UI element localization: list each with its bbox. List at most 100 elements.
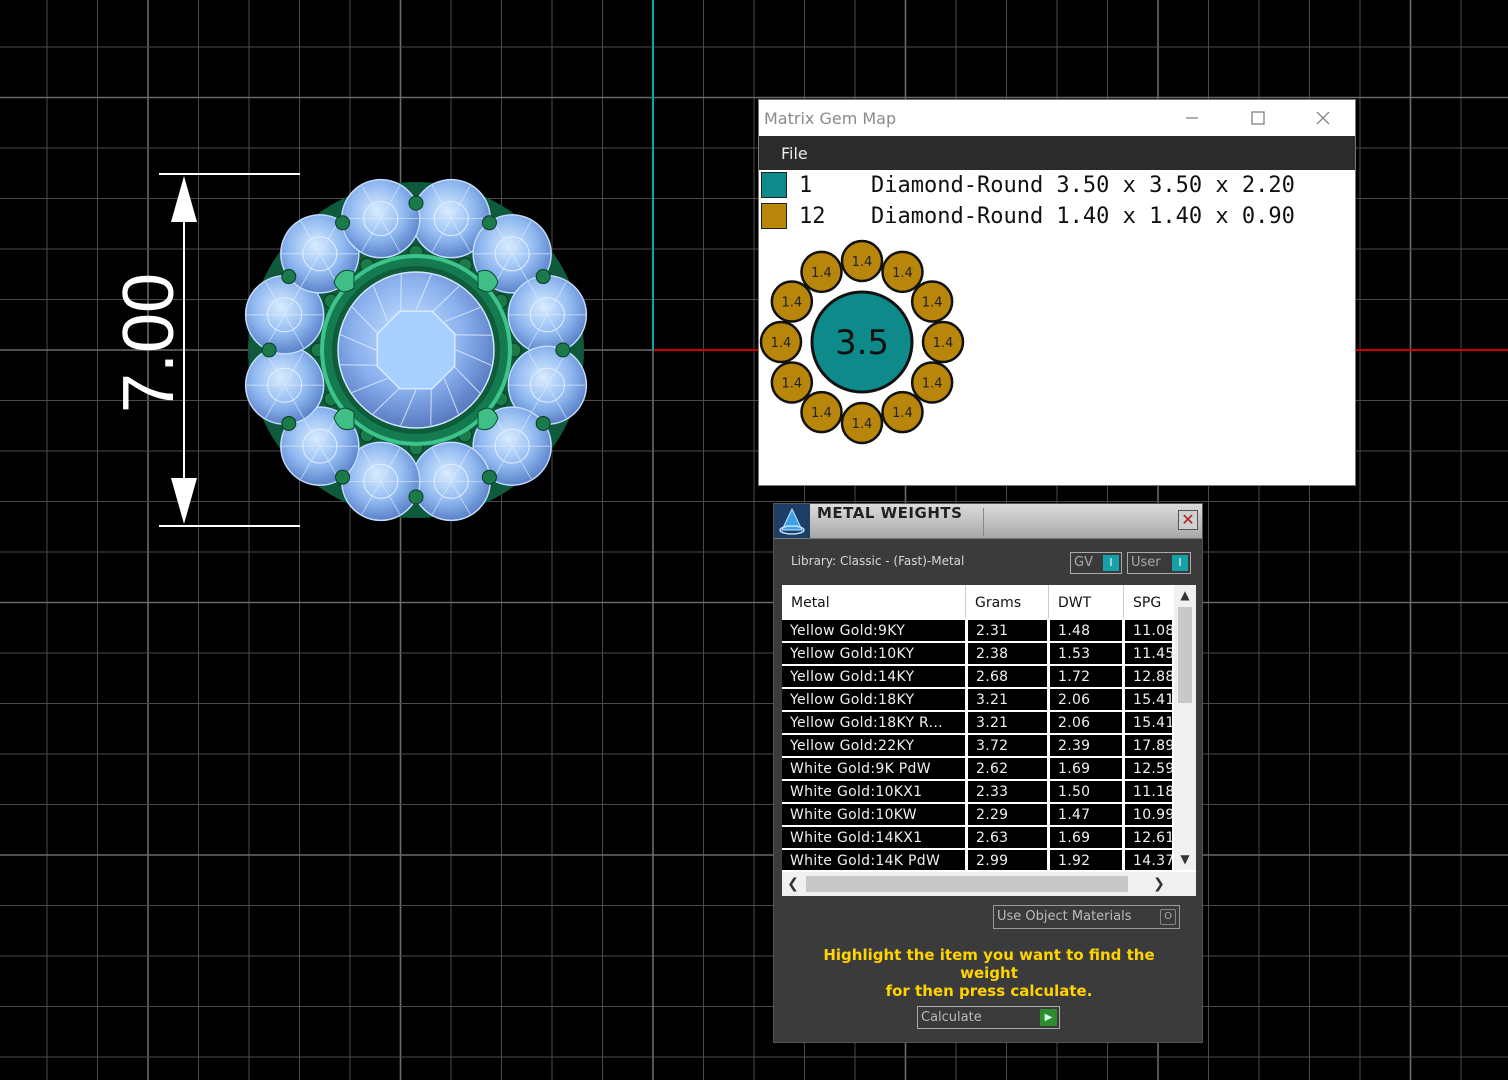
cell-dwt: 1.48 — [1050, 620, 1122, 641]
table-row[interactable]: Yellow Gold:18KY R... 3.21 2.06 15.41 — [782, 712, 1172, 735]
gem-map-menubar: File — [759, 136, 1355, 170]
toggle-switch-icon: I — [1172, 555, 1188, 571]
cell-grams: 3.21 — [968, 689, 1047, 710]
minimize-button[interactable] — [1169, 100, 1215, 136]
close-icon: ✕ — [1181, 510, 1195, 529]
cell-dwt: 2.06 — [1050, 689, 1122, 710]
close-button[interactable] — [1300, 100, 1346, 136]
vertical-scrollbar[interactable]: ▲ ▼ — [1174, 585, 1196, 870]
prong — [408, 195, 424, 211]
table-row[interactable]: White Gold:10KW 2.29 1.47 10.99 — [782, 804, 1172, 827]
calculate-label: Calculate — [921, 1010, 982, 1025]
side-gem-label: 1.4 — [852, 417, 873, 432]
table-row[interactable]: Yellow Gold:10KY 2.38 1.53 11.45 — [782, 643, 1172, 666]
gem-map-window[interactable]: Matrix Gem Map File 1 Diamond-Round 3.50… — [758, 99, 1356, 486]
use-object-materials-toggle[interactable]: Use Object Materials O — [993, 905, 1180, 929]
cell-metal: Yellow Gold:18KY — [782, 689, 965, 710]
cell-dwt: 1.53 — [1050, 643, 1122, 664]
cell-spg: 11.08 — [1125, 620, 1172, 641]
side-gem-label: 1.4 — [852, 255, 873, 270]
cell-metal: Yellow Gold:14KY — [782, 666, 965, 687]
cell-spg: 12.88 — [1125, 666, 1172, 687]
prong — [335, 469, 351, 485]
column-header-grams[interactable]: Grams — [966, 585, 1049, 618]
cell-grams: 2.29 — [968, 804, 1047, 825]
table-row[interactable]: White Gold:14KX1 2.63 1.69 12.61 — [782, 827, 1172, 850]
table-row[interactable]: White Gold:9K PdW 2.62 1.69 12.59 — [782, 758, 1172, 781]
scroll-right-icon[interactable]: ❯ — [1148, 872, 1170, 896]
prong — [481, 469, 497, 485]
gem-count: 12 — [799, 203, 826, 229]
scroll-down-icon[interactable]: ▼ — [1174, 849, 1196, 869]
horizontal-scrollbar[interactable]: ❮ ❯ — [782, 872, 1196, 896]
gem-map-titlebar[interactable]: Matrix Gem Map — [759, 100, 1355, 136]
metal-weights-title: METAL WEIGHTS — [817, 504, 963, 522]
cell-grams: 2.33 — [968, 781, 1047, 802]
toggle-switch-icon: I — [1103, 555, 1119, 571]
prong — [408, 489, 424, 505]
metal-weights-panel[interactable]: METAL WEIGHTS ✕ Library: Classic - (Fast… — [773, 503, 1203, 1043]
gem-count: 1 — [799, 172, 813, 198]
cell-metal: White Gold:10KX1 — [782, 781, 965, 802]
metal-weights-header[interactable]: METAL WEIGHTS ✕ — [774, 504, 1202, 539]
vertical-scroll-thumb[interactable] — [1178, 607, 1192, 703]
gv-toggle[interactable]: GV I — [1070, 552, 1122, 574]
instruction-text: Highlight the item you want to find the … — [794, 946, 1184, 1000]
cell-spg: 15.41 — [1125, 712, 1172, 733]
gem-color-swatch — [761, 172, 787, 198]
user-toggle[interactable]: User I — [1127, 552, 1191, 574]
user-toggle-label: User — [1131, 555, 1161, 570]
column-header-spg[interactable]: SPG — [1124, 585, 1172, 618]
menu-file[interactable]: File — [781, 144, 808, 163]
gem-facet — [340, 364, 380, 366]
cell-spg: 12.61 — [1125, 827, 1172, 848]
cell-dwt: 1.69 — [1050, 827, 1122, 848]
cell-dwt: 2.06 — [1050, 712, 1122, 733]
cell-spg: 14.37 — [1125, 850, 1172, 870]
table-row[interactable]: White Gold:14K PdW 2.99 1.92 14.37 — [782, 850, 1172, 870]
table-row[interactable]: Yellow Gold:14KY 2.68 1.72 12.88 — [782, 666, 1172, 689]
metal-weights-close-button[interactable]: ✕ — [1178, 510, 1198, 530]
prong — [535, 269, 551, 285]
use-object-materials-label: Use Object Materials — [997, 909, 1132, 924]
cell-spg: 11.18 — [1125, 781, 1172, 802]
maximize-button[interactable] — [1235, 100, 1281, 136]
side-gem-label: 1.4 — [811, 266, 832, 281]
cell-grams: 2.38 — [968, 643, 1047, 664]
gem-facet — [452, 334, 492, 336]
radio-icon: O — [1160, 909, 1176, 925]
column-header-metal[interactable]: Metal — [782, 585, 966, 618]
side-gem-label: 1.4 — [892, 406, 913, 421]
cell-metal: Yellow Gold:22KY — [782, 735, 965, 756]
cell-grams: 2.68 — [968, 666, 1047, 687]
side-gem-label: 1.4 — [922, 377, 943, 392]
cell-grams: 2.31 — [968, 620, 1047, 641]
minimize-icon — [1186, 117, 1198, 119]
scroll-up-icon[interactable]: ▲ — [1174, 585, 1196, 605]
gem-facet — [430, 386, 432, 426]
horizontal-scroll-thumb[interactable] — [806, 876, 1128, 892]
side-gem-label: 1.4 — [811, 406, 832, 421]
table-header: Metal Grams DWT SPG — [782, 585, 1172, 618]
cell-metal: White Gold:10KW — [782, 804, 965, 825]
scroll-left-icon[interactable]: ❮ — [782, 872, 804, 896]
calculate-button[interactable]: Calculate ▶ — [917, 1006, 1060, 1029]
gem-description: Diamond-Round 3.50 x 3.50 x 2.20 — [871, 172, 1295, 198]
header-divider — [983, 508, 984, 536]
gem-description: Diamond-Round 1.40 x 1.40 x 0.90 — [871, 203, 1295, 229]
metal-weights-table[interactable]: Metal Grams DWT SPG Yellow Gold:9KY 2.31 1… — [782, 585, 1196, 896]
table-row[interactable]: Yellow Gold:18KY 3.21 2.06 15.41 — [782, 689, 1172, 712]
instruction-line-2: for then press calculate. — [885, 982, 1093, 1000]
gem-color-swatch — [761, 203, 787, 229]
cell-spg: 15.41 — [1125, 689, 1172, 710]
table-row[interactable]: White Gold:10KX1 2.33 1.50 11.18 — [782, 781, 1172, 804]
column-header-dwt[interactable]: DWT — [1049, 585, 1124, 618]
table-row[interactable]: Yellow Gold:22KY 3.72 2.39 17.89 — [782, 735, 1172, 758]
cell-spg: 17.89 — [1125, 735, 1172, 756]
table-row[interactable]: Yellow Gold:9KY 2.31 1.48 11.08 — [782, 620, 1172, 643]
library-label: Library: Classic - (Fast)-Metal — [791, 554, 965, 568]
side-gem-label: 1.4 — [782, 296, 803, 311]
center-gem-label: 3.5 — [835, 323, 889, 363]
cell-grams: 3.21 — [968, 712, 1047, 733]
cell-dwt: 1.50 — [1050, 781, 1122, 802]
